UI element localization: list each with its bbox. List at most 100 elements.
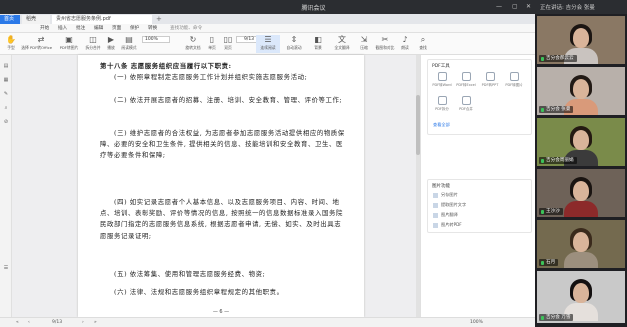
close-icon[interactable]: ✕ [526, 3, 531, 10]
background-button[interactable]: ◧ 背景 [306, 35, 330, 53]
action-label: 另存图片 [441, 192, 458, 197]
action-image-to-pdf[interactable]: 图片转PDF [433, 220, 462, 229]
search-command-box[interactable]: 查找功能、命令 [170, 25, 202, 31]
save-icon [433, 192, 438, 198]
tool-pdf-to-image[interactable]: PDF转图片 [504, 72, 524, 92]
card-title: PDF工具 [432, 64, 450, 69]
double-page-button[interactable]: ▯▯ 双页 [220, 35, 236, 53]
status-bar: « ‹ 9/13 › » 100% [0, 317, 535, 327]
menu-annotate[interactable]: 批注 [76, 25, 85, 31]
minimize-icon[interactable]: — [496, 3, 502, 10]
person-body [564, 252, 598, 268]
tool-pdf-to-word[interactable]: PDF转Word [432, 72, 452, 92]
continuous-icon: ☰ [264, 35, 272, 44]
action-translate-image[interactable]: 图片翻译 [433, 210, 458, 219]
screenshot-button[interactable]: ✂ 截图和对比 [374, 35, 396, 53]
maximize-icon[interactable]: ▢ [512, 3, 518, 10]
split-merge-button[interactable]: ◫ 拆分合并 [82, 35, 104, 53]
tool-label: 压缩 [360, 45, 368, 50]
play-button[interactable]: ▶ 播放 [104, 35, 118, 53]
read-aloud-button[interactable]: ♪ 朗读 [396, 35, 414, 53]
participant-tile[interactable]: 王沙沙 [537, 169, 625, 217]
tool-label: 单页 [208, 45, 216, 50]
left-sidebar: ▤ ▦ ✎ ⌕ ⊘ ☰ [0, 55, 12, 317]
person-face [573, 28, 589, 48]
participant-tile[interactable]: 吉分会周丽娟 [537, 118, 625, 166]
menu-edit[interactable]: 编辑 [94, 25, 103, 31]
nav-last-icon[interactable]: » [94, 320, 97, 325]
name-text: 吉分会 张曼 [546, 107, 571, 112]
find-button[interactable]: ⌕ 查找 [414, 35, 432, 53]
participant-tile[interactable]: 石月 [537, 220, 625, 268]
rotate-button[interactable]: ↻ 旋转文档 [182, 35, 204, 53]
action-save-image[interactable]: 另存图片 [433, 190, 458, 199]
compress-button[interactable]: ⇲ 压缩 [354, 35, 374, 53]
attachment-icon[interactable]: ⊘ [3, 119, 9, 125]
participant-tile[interactable]: 吉分会 万雪 [537, 271, 625, 323]
participant-video-list: 吉分会郝云云 吉分会 张曼 吉分会周丽娟 王沙沙 石月 吉分会 万雪 [535, 14, 627, 327]
search-icon[interactable]: ⌕ [3, 105, 9, 111]
microphone-icon [541, 56, 544, 61]
participant-tile[interactable]: 吉分会郝云云 [537, 16, 625, 64]
participant-tile[interactable]: 吉分会 张曼 [537, 67, 625, 115]
tab-pdf-file[interactable]: 贵州省志愿服务条例.pdf [52, 15, 152, 24]
nav-next-icon[interactable]: › [82, 320, 84, 325]
tool-label: 截图和对比 [375, 45, 395, 50]
menu-start[interactable]: 开始 [40, 25, 49, 31]
person-face [573, 181, 589, 201]
action-label: 图片翻译 [441, 212, 458, 217]
document-canvas[interactable]: 第十八条 志愿服务组织应当履行以下职责: (一) 依照章程制定志愿服务工作计划并… [12, 55, 420, 317]
microphone-icon [541, 107, 544, 112]
tool-pdf-merge[interactable]: PDF合并 [456, 96, 476, 116]
pdf-to-office-button[interactable]: ⇄ PDF转Office [26, 35, 56, 53]
collapse-panel-icon[interactable]: ☰ [3, 265, 9, 271]
nav-prev-icon[interactable]: ‹ [28, 320, 30, 325]
nav-first-icon[interactable]: « [16, 320, 19, 325]
tool-label: 查找 [419, 45, 427, 50]
split-icon: ◫ [89, 35, 97, 44]
tool-pdf-to-ppt[interactable]: PDF转PPT [480, 72, 500, 92]
tool-pdf-to-excel[interactable]: PDF转Excel [456, 72, 476, 92]
status-zoom[interactable]: 100% [470, 320, 483, 325]
person-body [564, 201, 598, 217]
menu-insert[interactable]: 插入 [58, 25, 67, 31]
ribbon-toolbar: ✋ 手型 选择 ⇄ PDF转Office ▣ PDF转图片 ◫ 拆分合并 ▶ 播放 ▤ 阅读… [0, 33, 535, 55]
pdf-to-image-button[interactable]: ▣ PDF转图片 [56, 35, 82, 53]
tab-home[interactable]: 首页 [0, 15, 20, 24]
comment-icon[interactable]: ✎ [3, 91, 9, 97]
view-all-link[interactable]: 查看全部 [433, 120, 450, 129]
hand-icon: ✋ [6, 35, 16, 44]
reading-mode-button[interactable]: ▤ 阅读模式 [118, 35, 140, 53]
microphone-icon [541, 260, 544, 265]
single-page-icon: ▯ [209, 35, 215, 44]
tool-label: PDF转PPT [481, 83, 499, 87]
thumbnail-icon[interactable]: ▦ [3, 77, 9, 83]
name-text: 石月 [546, 260, 556, 265]
tab-bar: 首页 稻壳 贵州省志愿服务条例.pdf + [0, 14, 535, 24]
menu-protect[interactable]: 保护 [130, 25, 139, 31]
tool-label: PDF转图片 [59, 45, 79, 50]
translate-button[interactable]: 文全文翻译 [330, 35, 354, 53]
status-page[interactable]: 9/13 [52, 320, 62, 325]
tool-pdf-split[interactable]: PDF拆分 [432, 96, 452, 116]
action-extract-text[interactable]: 提取图片文字 [433, 200, 466, 209]
scroll-icon: ⇕ [290, 35, 298, 44]
translate-icon [433, 212, 438, 218]
zoom-select[interactable]: 100% [142, 36, 170, 43]
tab-docer[interactable]: 稻壳 [22, 15, 50, 24]
book-icon: ▤ [125, 35, 133, 44]
menu-convert[interactable]: 转换 [148, 25, 157, 31]
continuous-read-button[interactable]: ☰ 连续阅读 [256, 35, 280, 53]
single-page-button[interactable]: ▯ 单页 [204, 35, 220, 53]
new-tab-button[interactable]: + [156, 15, 162, 23]
bookmark-icon[interactable]: ▤ [3, 63, 9, 69]
auto-scroll-button[interactable]: ⇕ 自动滚动 [282, 35, 306, 53]
tool-label: 拆分合并 [85, 45, 101, 50]
paragraph-1: (一) 依照章程制定志愿服务工作计划并组织实施志愿服务活动; [114, 73, 308, 81]
participant-name: 吉分会郝云云 [539, 55, 577, 62]
merge-icon [461, 96, 471, 105]
search-icon: ⌕ [420, 35, 426, 44]
tool-label: 连续阅读 [260, 45, 276, 50]
menu-page[interactable]: 页面 [112, 25, 121, 31]
tool-label: 自动滚动 [286, 45, 302, 50]
